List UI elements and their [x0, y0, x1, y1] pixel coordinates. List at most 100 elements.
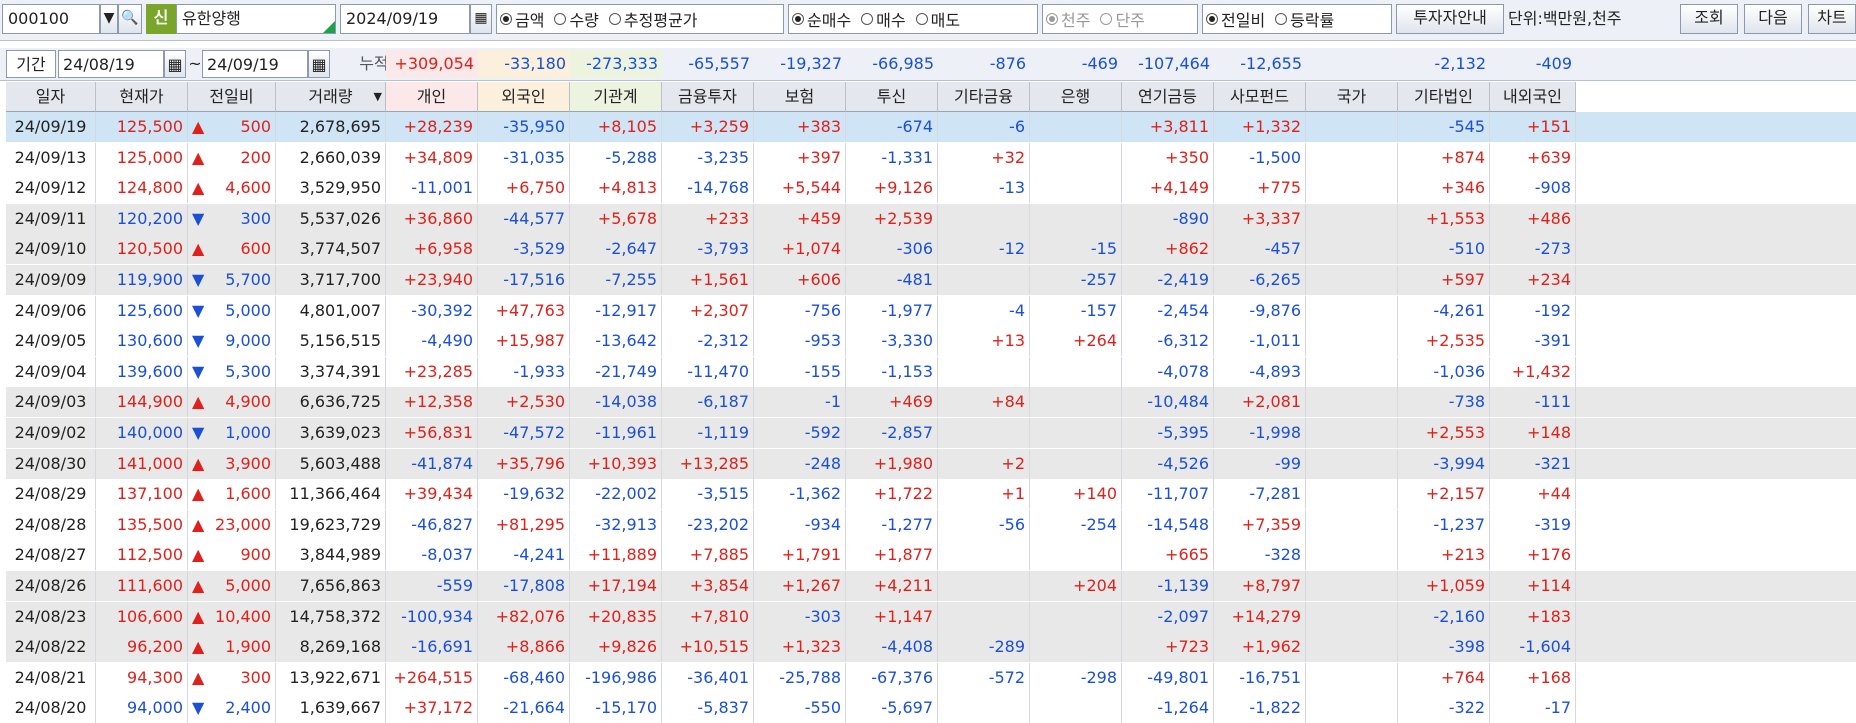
cell-institution-value: -22,002	[595, 484, 657, 504]
column-header-date[interactable]: 일자	[6, 82, 96, 112]
table-row[interactable]: 24/08/23 106,600 ▲ 10,400 14,758,372 -100,934…	[6, 601, 1856, 632]
cell-foreign-value: -21,664	[503, 698, 565, 718]
radio-quantity[interactable]: 수량	[554, 7, 599, 31]
cell-pension-value: -1,139	[1157, 576, 1209, 595]
table-row[interactable]: 24/09/11 120,200 ▼ 300 5,537,026 +36,860 -44,5…	[6, 203, 1856, 234]
table-row[interactable]: 24/08/30 141,000 ▲ 3,900 5,603,488 -41,874 +35…	[6, 448, 1856, 479]
column-header-other-corp[interactable]: 기타법인	[1398, 82, 1490, 112]
cell-domestic-foreign: -273	[1490, 234, 1576, 265]
cell-other-corp: +874	[1398, 142, 1490, 173]
table-row[interactable]: 24/08/27 112,500 ▲ 900 3,844,989 -8,037 -4,241…	[6, 540, 1856, 571]
calendar-icon[interactable]: ▦	[470, 4, 492, 34]
table-row[interactable]: 24/09/09 119,900 ▼ 5,700 3,717,700 +23,940 -17…	[6, 265, 1856, 295]
chart-button[interactable]: 차트	[1808, 4, 1856, 34]
query-button[interactable]: 조회	[1680, 4, 1738, 34]
table-row[interactable]: 24/08/20 94,000 ▼ 2,400 1,639,667 +37,172 -21,…	[6, 693, 1856, 723]
column-header-institution[interactable]: 기관계	[570, 82, 662, 112]
column-header-bank[interactable]: 은행	[1030, 82, 1122, 112]
cell-insurance: -303	[754, 601, 846, 632]
table-row[interactable]: 24/09/12 124,800 ▲ 4,600 3,529,950 -11,001 +6,…	[6, 173, 1856, 204]
cell-individual-value: +6,958	[413, 239, 473, 259]
radio-sell[interactable]: 매도	[915, 7, 960, 31]
cell-pension-value: -10,484	[1147, 392, 1209, 412]
cell-fin-invest: -2,312	[662, 326, 754, 357]
period-from-input[interactable]: 24/08/19	[58, 50, 164, 78]
table-row[interactable]: 24/09/04 139,600 ▼ 5,300 3,374,391 +23,285 -1,…	[6, 356, 1856, 387]
cell-institution: -196,986	[570, 662, 662, 693]
table-row[interactable]: 24/08/29 137,100 ▲ 1,600 11,366,464 +39,434 -1…	[6, 479, 1856, 510]
cell-individual: +37,172	[386, 693, 478, 723]
cell-individual-value: -11,001	[411, 178, 473, 198]
column-header-trust[interactable]: 투신	[846, 82, 938, 112]
cell-pension-value: -5,395	[1157, 423, 1209, 442]
table-row[interactable]: 24/09/10 120,500 ▲ 600 3,774,507 +6,958 -3,529…	[6, 234, 1856, 265]
cell-foreign-value: +35,796	[495, 453, 565, 473]
stock-name-field[interactable]: 유한양행	[176, 4, 336, 34]
column-header-foreign[interactable]: 외국인	[478, 82, 570, 112]
table-row[interactable]: 24/08/21 94,300 ▲ 300 13,922,671 +264,515 -68,…	[6, 662, 1856, 693]
cell-institution: +4,813	[570, 173, 662, 204]
table-row[interactable]: 24/09/19 125,500 ▲ 500 2,678,695 +28,239 -35,9…	[6, 112, 1856, 142]
search-icon[interactable]: 🔍	[118, 4, 142, 34]
cumulative-other-fin: -876	[989, 54, 1026, 73]
cell-price: 94,000	[96, 693, 188, 723]
column-header-change[interactable]: 전일비	[188, 82, 276, 112]
table-row[interactable]: 24/09/03 144,900 ▲ 4,900 6,636,725 +12,358 +2,…	[6, 387, 1856, 418]
cell-other-fin: -572	[938, 662, 1030, 693]
table-row[interactable]: 24/08/22 96,200 ▲ 1,900 8,269,168 -16,691 +8,8…	[6, 632, 1856, 663]
sort-dropdown-icon[interactable]: ▼	[374, 82, 382, 111]
table-row[interactable]: 24/09/05 130,600 ▼ 9,000 5,156,515 -4,490 +15,…	[6, 326, 1856, 357]
column-header-fin-invest[interactable]: 금융투자	[662, 82, 754, 112]
cell-change: ▼ 5,300	[188, 356, 276, 387]
radio-net-buy[interactable]: 순매수	[792, 7, 851, 31]
cell-domestic-foreign: -111	[1490, 387, 1576, 418]
cell-insurance: +1,267	[754, 571, 846, 601]
stock-code-input[interactable]: 000100	[2, 4, 100, 34]
column-header-insurance[interactable]: 보험	[754, 82, 846, 112]
table-row[interactable]: 24/09/06 125,600 ▼ 5,000 4,801,007 -30,392 +47…	[6, 295, 1856, 326]
radio-prev-day[interactable]: 전일비	[1206, 7, 1265, 31]
date-input[interactable]: 2024/09/19	[340, 4, 470, 34]
column-header-volume[interactable]: 거래량 ▼	[276, 82, 386, 112]
cell-trust-value: +4,211	[873, 576, 933, 595]
code-dropdown-icon[interactable]: ▼	[100, 4, 118, 34]
column-header-pension[interactable]: 연기금등	[1122, 82, 1214, 112]
investor-guide-button[interactable]: 투자자안내	[1396, 4, 1504, 34]
radio-thousand-shares[interactable]: 천주	[1046, 7, 1090, 31]
table-row[interactable]: 24/08/28 135,500 ▲ 23,000 19,623,729 -46,827 +…	[6, 509, 1856, 540]
cell-trust-value: -67,376	[871, 667, 933, 687]
cell-other-corp-value: +764	[1441, 667, 1485, 687]
cell-domestic-foreign: -391	[1490, 326, 1576, 357]
cell-institution: -5,288	[570, 142, 662, 173]
calendar-to-icon[interactable]: ▦	[308, 50, 330, 78]
cell-insurance-value: +383	[797, 117, 841, 136]
column-header-private-fund[interactable]: 사모펀드	[1214, 82, 1306, 112]
cell-foreign-value: +82,076	[495, 606, 565, 626]
table-row[interactable]: 24/08/26 111,600 ▲ 5,000 7,656,863 -559 -17,80…	[6, 571, 1856, 601]
cell-foreign-value: -31,035	[503, 147, 565, 167]
next-button[interactable]: 다음	[1744, 4, 1802, 34]
radio-dot-icon	[500, 13, 512, 25]
radio-change-rate[interactable]: 등락률	[1275, 7, 1334, 31]
cell-price-value: 94,000	[127, 698, 183, 718]
calendar-from-icon[interactable]: ▦	[164, 50, 186, 78]
column-header-other-fin[interactable]: 기타금융	[938, 82, 1030, 112]
column-header-state[interactable]: 국가	[1306, 82, 1398, 112]
column-header-individual[interactable]: 개인	[386, 82, 478, 112]
cell-trust-value: -2,857	[881, 423, 933, 442]
table-row[interactable]: 24/09/02 140,000 ▼ 1,000 3,639,023 +56,831 -47…	[6, 418, 1856, 448]
column-header-domestic-foreign[interactable]: 내외국인	[1490, 82, 1576, 112]
period-to-input[interactable]: 24/09/19	[202, 50, 308, 78]
radio-est-avg[interactable]: 추정평균가	[608, 7, 698, 31]
cell-domestic-foreign-value: -192	[1534, 300, 1571, 320]
radio-buy[interactable]: 매수	[861, 7, 906, 31]
radio-dot-icon	[1100, 13, 1113, 25]
cell-bank: -298	[1030, 662, 1122, 693]
cell-individual-value: +34,809	[403, 147, 473, 167]
cell-domestic-foreign-value: +168	[1527, 667, 1571, 687]
radio-amount[interactable]: 금액	[500, 7, 544, 31]
radio-single-shares[interactable]: 단주	[1100, 7, 1145, 31]
cell-institution-value: -12,917	[595, 300, 657, 320]
column-header-price[interactable]: 현재가	[96, 82, 188, 112]
table-row[interactable]: 24/09/13 125,000 ▲ 200 2,660,039 +34,809 -31,0…	[6, 142, 1856, 173]
